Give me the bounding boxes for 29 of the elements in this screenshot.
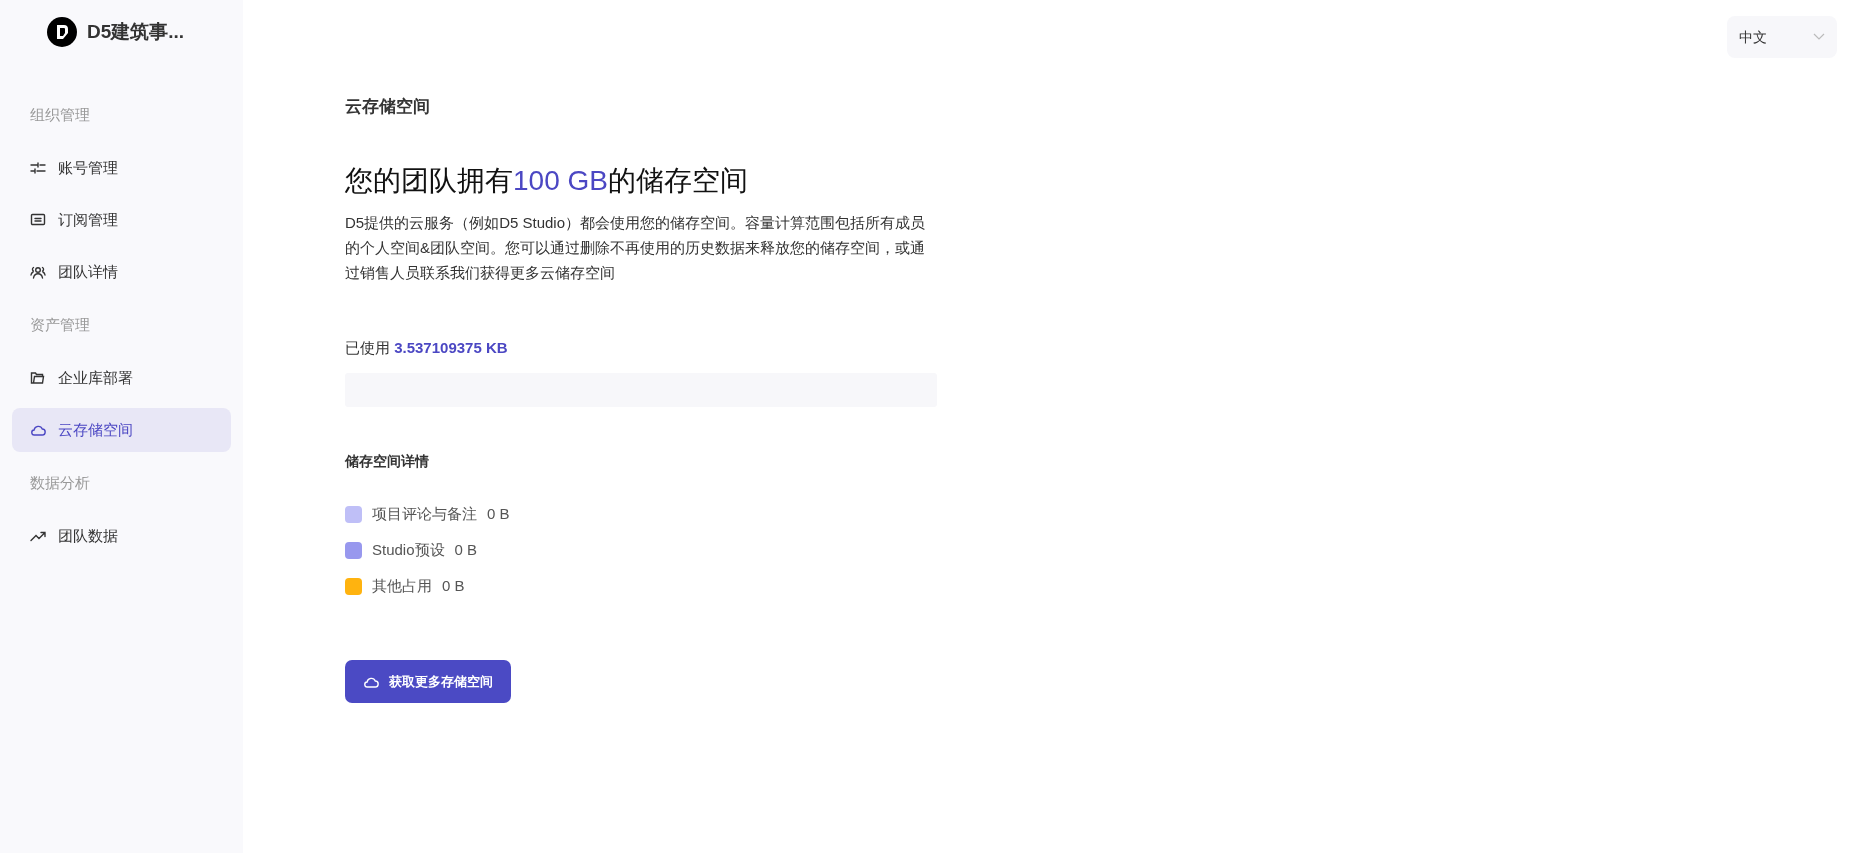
- storage-heading: 您的团队拥有100 GB的储存空间: [345, 163, 749, 198]
- folder-icon: [30, 370, 46, 386]
- language-select[interactable]: 中文: [1727, 16, 1837, 58]
- get-more-storage-button[interactable]: 获取更多存储空间: [345, 660, 511, 703]
- used-storage-text: 已使用 3.537109375 KB: [345, 337, 509, 358]
- sidebar-item[interactable]: 企业库部署: [12, 356, 231, 400]
- sidebar-item[interactable]: 账号管理: [12, 146, 231, 190]
- sidebar-item[interactable]: 订阅管理: [12, 198, 231, 242]
- chevron-down-icon: [1813, 33, 1825, 41]
- legend-value: 0 B: [442, 575, 465, 596]
- description-text: D5提供的云服务（例如D5 Studio）都会使用您的储存空间。容量计算范围包括所有成员的个人空间&团队空间。您可以通过删除不再使用的历史数据来释放您的储存空间，或通过销售人员联系我们获得更多云储存空间: [345, 212, 927, 283]
- legend-value: 0 B: [454, 539, 478, 560]
- message-icon: [30, 212, 46, 228]
- sliders-icon: [30, 160, 46, 176]
- sidebar-item[interactable]: 团队数据: [12, 514, 231, 558]
- sidebar-item[interactable]: 云存储空间: [12, 408, 231, 452]
- legend-label: 其他占用: [372, 575, 432, 596]
- sidebar-section-title: 资产管理: [29, 314, 91, 335]
- legend-value: 0 B: [487, 503, 510, 524]
- legend-label: 项目评论与备注: [372, 503, 477, 524]
- brand-name: D5建筑事...: [87, 19, 185, 44]
- legend-label: Studio预设: [372, 539, 445, 560]
- sidebar-section-title: 组织管理: [29, 104, 91, 125]
- people-icon: [30, 264, 46, 280]
- sidebar-section-title: 数据分析: [29, 472, 91, 493]
- page-title: 云存储空间: [345, 96, 431, 118]
- sidebar-item[interactable]: 团队详情: [12, 250, 231, 294]
- logo-icon: [47, 17, 77, 47]
- details-title: 储存空间详情: [345, 452, 430, 471]
